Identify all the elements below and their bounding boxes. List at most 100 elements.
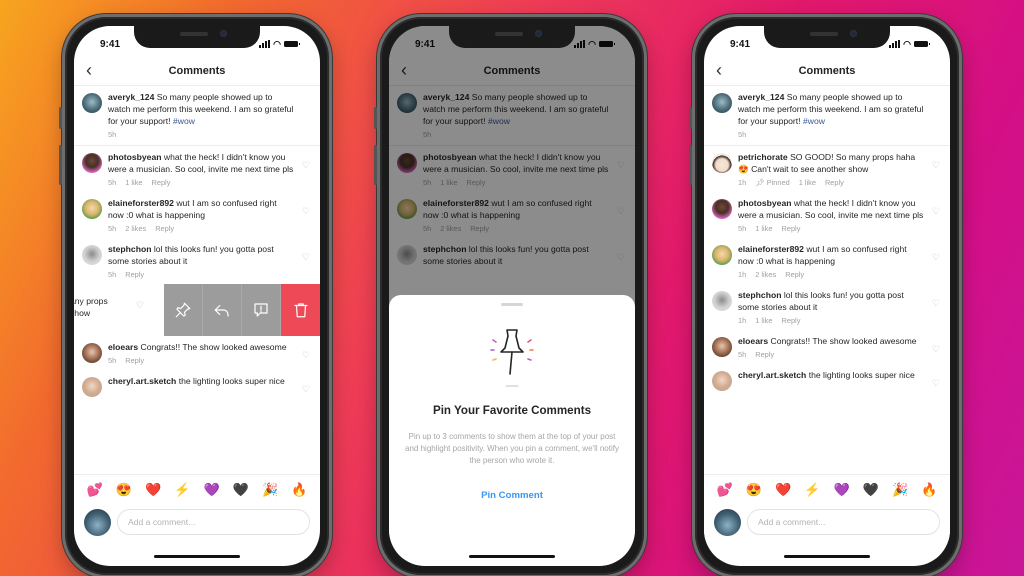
like-count[interactable]: 1 like	[755, 224, 772, 233]
emoji-fire[interactable]: 🔥	[291, 482, 307, 498]
pin-icon: 📌︎	[755, 178, 765, 187]
avatar[interactable]	[712, 245, 732, 265]
username[interactable]: photosbyean	[108, 152, 161, 162]
username[interactable]: averyk_124	[108, 92, 154, 102]
list-item: photosbyean what the heck! I didn't know…	[704, 192, 950, 238]
avatar[interactable]	[82, 343, 102, 363]
report-button[interactable]	[242, 284, 281, 336]
reply-button[interactable]: Reply	[785, 270, 804, 279]
avatar[interactable]	[712, 93, 732, 113]
chevron-left-icon[interactable]: ‹	[716, 60, 722, 81]
reply-button[interactable]: Reply	[825, 178, 844, 187]
username[interactable]: cheryl.art.sketch	[108, 376, 176, 386]
hashtag-link[interactable]: #wow	[803, 116, 825, 126]
sheet-description: Pin up to 3 comments to show them at the…	[405, 432, 619, 465]
emoji-lightning[interactable]: ⚡	[804, 482, 820, 498]
emoji-fire[interactable]: 🔥	[921, 482, 937, 498]
emoji-two-hearts[interactable]: 💕	[717, 482, 733, 498]
username[interactable]: elaineforster892	[108, 198, 174, 208]
username[interactable]: eloears	[108, 342, 138, 352]
username[interactable]: eloears	[738, 336, 768, 346]
reply-button[interactable]: Reply	[125, 270, 144, 279]
avatar[interactable]	[712, 153, 732, 173]
heart-icon[interactable]: ♡	[932, 298, 940, 309]
pushpin-icon	[490, 329, 534, 387]
emoji-red-heart[interactable]: ❤️	[145, 482, 161, 498]
pushpin-illustration	[482, 320, 542, 390]
heart-icon[interactable]: ♡	[932, 160, 940, 171]
username[interactable]: stephchon	[738, 290, 781, 300]
heart-icon[interactable]: ♡	[136, 300, 144, 311]
pin-comment-button[interactable]	[164, 284, 203, 336]
avatar[interactable]	[712, 371, 732, 391]
heart-icon[interactable]: ♡	[932, 344, 940, 355]
timestamp: 5h	[108, 130, 117, 139]
avatar[interactable]	[82, 153, 102, 173]
heart-icon[interactable]: ♡	[932, 206, 940, 217]
avatar[interactable]	[712, 337, 732, 357]
heart-icon[interactable]: ♡	[302, 206, 310, 217]
username[interactable]: photosbyean	[738, 198, 791, 208]
username[interactable]: stephchon	[108, 244, 151, 254]
avatar[interactable]	[82, 245, 102, 265]
list-item: photosbyean what the heck! I didn't know…	[74, 146, 320, 192]
chevron-left-icon[interactable]: ‹	[86, 60, 92, 81]
like-count[interactable]: 2 likes	[125, 224, 146, 233]
pin-comment-button[interactable]: Pin Comment	[389, 490, 635, 501]
username[interactable]: cheryl.art.sketch	[738, 370, 806, 380]
username[interactable]: petrichorate	[738, 152, 788, 162]
nav-bar: ‹ Comments	[704, 56, 950, 86]
timestamp: 5h	[108, 178, 117, 187]
heart-icon[interactable]: ♡	[302, 160, 310, 171]
avatar[interactable]	[82, 199, 102, 219]
heart-icon[interactable]: ♡	[302, 350, 310, 361]
heart-icon[interactable]: ♡	[302, 252, 310, 263]
heart-icon[interactable]: ♡	[932, 252, 940, 263]
emoji-heart-eyes[interactable]: 😍	[116, 482, 132, 498]
comment-composer: Add a comment...	[74, 504, 320, 540]
heart-icon[interactable]: ♡	[932, 378, 940, 389]
emoji-purple-heart[interactable]: 💜	[834, 482, 850, 498]
emoji-black-heart[interactable]: 🖤	[863, 482, 879, 498]
hashtag-link[interactable]: #wow	[173, 116, 195, 126]
avatar[interactable]	[82, 377, 102, 397]
like-count[interactable]: 2 likes	[755, 270, 776, 279]
notch	[764, 26, 890, 48]
comment-text: Congrats!! The show looked awesome	[770, 336, 917, 346]
swiped-comment-row[interactable]: any propsshow ♡	[74, 284, 320, 336]
delete-button[interactable]	[281, 284, 320, 336]
list-item: elaineforster892 wut I am so confused ri…	[74, 192, 320, 238]
reply-button[interactable]: Reply	[152, 178, 171, 187]
comment-input[interactable]: Add a comment...	[747, 509, 940, 535]
avatar[interactable]	[82, 93, 102, 113]
comment-input[interactable]: Add a comment...	[117, 509, 310, 535]
status-time: 9:41	[100, 38, 121, 50]
emoji-party-popper[interactable]: 🎉	[892, 482, 908, 498]
emoji-two-hearts[interactable]: 💕	[87, 482, 103, 498]
reply-button[interactable]: Reply	[125, 356, 144, 365]
volume-up-button	[374, 145, 377, 185]
emoji-lightning[interactable]: ⚡	[174, 482, 190, 498]
username[interactable]: elaineforster892	[738, 244, 804, 254]
emoji-heart-eyes[interactable]: 😍	[746, 482, 762, 498]
emoji-party-popper[interactable]: 🎉	[262, 482, 278, 498]
like-count[interactable]: 1 like	[755, 316, 772, 325]
swipe-actions	[164, 284, 320, 336]
emoji-purple-heart[interactable]: 💜	[204, 482, 220, 498]
reply-button[interactable]: Reply	[782, 224, 801, 233]
caption: averyk_124 So many people showed up to w…	[74, 86, 320, 146]
reply-action-button[interactable]	[203, 284, 242, 336]
heart-icon[interactable]: ♡	[302, 384, 310, 395]
reply-button[interactable]: Reply	[755, 350, 774, 359]
avatar[interactable]	[712, 199, 732, 219]
username[interactable]: averyk_124	[738, 92, 784, 102]
avatar[interactable]	[712, 291, 732, 311]
reply-button[interactable]: Reply	[782, 316, 801, 325]
battery-icon	[284, 41, 300, 47]
sheet-grabber[interactable]	[501, 303, 523, 306]
like-count[interactable]: 1 like	[125, 178, 142, 187]
emoji-black-heart[interactable]: 🖤	[233, 482, 249, 498]
emoji-red-heart[interactable]: ❤️	[775, 482, 791, 498]
like-count[interactable]: 1 like	[799, 178, 816, 187]
reply-button[interactable]: Reply	[155, 224, 174, 233]
